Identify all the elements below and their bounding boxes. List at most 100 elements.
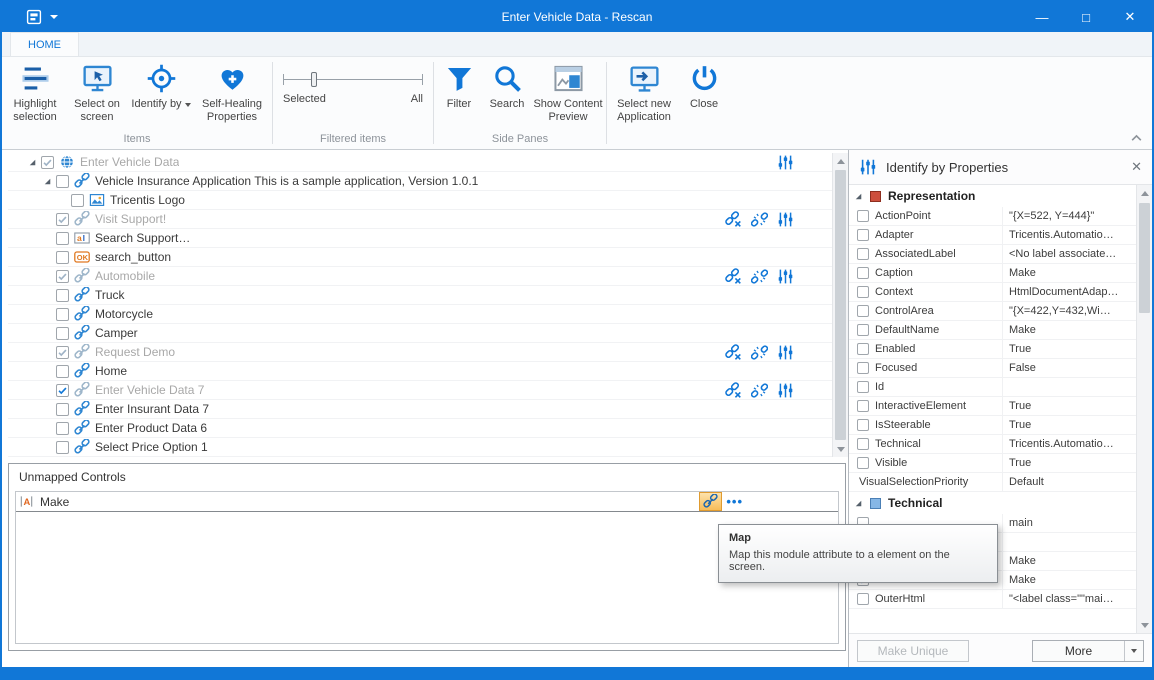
property-row[interactable]: VisibleTrue	[849, 454, 1137, 473]
tree-row[interactable]: Select Price Option 1	[8, 438, 832, 457]
unmap-icon[interactable]	[725, 268, 742, 285]
checkbox[interactable]	[857, 593, 869, 605]
property-row[interactable]: CaptionMake	[849, 264, 1137, 283]
close-window-button[interactable]: ✕	[1108, 2, 1152, 32]
checkbox[interactable]	[56, 232, 69, 245]
identify-properties-icon[interactable]	[777, 268, 794, 285]
checkbox[interactable]	[56, 251, 69, 264]
tree-row[interactable]: Visit Support!	[8, 210, 832, 229]
checkbox[interactable]	[857, 210, 869, 222]
filter-slider[interactable]	[283, 71, 423, 88]
checkbox[interactable]	[56, 384, 69, 397]
tree-row[interactable]: Enter Vehicle Data 7	[8, 381, 832, 400]
property-row[interactable]: AssociatedLabel<No label associate…	[849, 245, 1137, 264]
tree-row[interactable]: Request Demo	[8, 343, 832, 362]
scroll-down-icon[interactable]	[1137, 617, 1152, 633]
expander-icon[interactable]	[26, 158, 39, 167]
map-button[interactable]	[699, 492, 722, 511]
properties-scrollbar[interactable]	[1136, 185, 1152, 633]
self-healing-properties-button[interactable]: Self-Healing Properties	[194, 60, 270, 128]
property-row[interactable]: DefaultNameMake	[849, 321, 1137, 340]
close-panel-icon[interactable]: ✕	[1131, 159, 1142, 175]
identify-by-button[interactable]: Identify by	[128, 60, 194, 115]
checkbox[interactable]	[56, 441, 69, 454]
tree-row[interactable]: Vehicle Insurance Application This is a …	[8, 172, 832, 191]
checkbox[interactable]	[56, 289, 69, 302]
expander-icon[interactable]	[41, 177, 54, 186]
more-dropdown-caret-icon[interactable]	[1124, 641, 1143, 661]
property-row[interactable]: Id	[849, 378, 1137, 397]
checkbox[interactable]	[56, 213, 69, 226]
property-row[interactable]: FocusedFalse	[849, 359, 1137, 378]
tree-row[interactable]: Enter Product Data 6	[8, 419, 832, 438]
property-row[interactable]: OuterHtml"<label class=""mai…	[849, 590, 1137, 609]
property-row[interactable]: ActionPoint"{X=522, Y=444}"	[849, 207, 1137, 226]
identify-properties-icon[interactable]	[777, 344, 794, 361]
unmap-icon[interactable]	[725, 382, 742, 399]
scrollbar-thumb[interactable]	[1139, 203, 1150, 313]
break-link-icon[interactable]	[751, 344, 768, 361]
checkbox[interactable]	[857, 362, 869, 374]
checkbox[interactable]	[857, 400, 869, 412]
quick-access-toolbar[interactable]	[26, 9, 58, 25]
qat-caret-icon[interactable]	[50, 15, 58, 19]
checkbox[interactable]	[56, 308, 69, 321]
unmap-icon[interactable]	[725, 211, 742, 228]
checkbox[interactable]	[857, 438, 869, 450]
checkbox[interactable]	[857, 343, 869, 355]
select-on-screen-button[interactable]: Select on screen	[66, 60, 128, 128]
checkbox[interactable]	[56, 327, 69, 340]
slider-track[interactable]	[283, 79, 423, 80]
section-technical[interactable]: Technical	[849, 492, 1137, 514]
search-button[interactable]: Search	[482, 60, 532, 115]
section-expander-icon[interactable]	[854, 499, 863, 508]
tree-row[interactable]: Home	[8, 362, 832, 381]
scroll-down-icon[interactable]	[833, 441, 848, 457]
property-row[interactable]: TechnicalTricentis.Automatio…	[849, 435, 1137, 454]
checkbox[interactable]	[56, 403, 69, 416]
checkbox[interactable]	[857, 305, 869, 317]
tree-scrollbar[interactable]	[832, 153, 848, 457]
property-row[interactable]: AdapterTricentis.Automatio…	[849, 226, 1137, 245]
tree-row[interactable]: Truck	[8, 286, 832, 305]
scroll-up-icon[interactable]	[1137, 185, 1152, 201]
break-link-icon[interactable]	[751, 268, 768, 285]
break-link-icon[interactable]	[751, 382, 768, 399]
select-new-application-button[interactable]: Select new Application	[609, 60, 679, 128]
tree-row[interactable]: Motorcycle	[8, 305, 832, 324]
checkbox[interactable]	[857, 419, 869, 431]
unmap-icon[interactable]	[725, 344, 742, 361]
collapse-ribbon-icon[interactable]	[1130, 133, 1143, 142]
more-options-icon[interactable]: •••	[726, 494, 743, 509]
checkbox[interactable]	[71, 194, 84, 207]
checkbox[interactable]	[56, 346, 69, 359]
property-row[interactable]: VisualSelectionPriorityDefault	[849, 473, 1137, 492]
checkbox[interactable]	[56, 422, 69, 435]
checkbox[interactable]	[857, 381, 869, 393]
property-row[interactable]: ContextHtmlDocumentAdap…	[849, 283, 1137, 302]
break-link-icon[interactable]	[751, 211, 768, 228]
checkbox[interactable]	[56, 365, 69, 378]
show-content-preview-button[interactable]: Show Content Preview	[532, 60, 604, 128]
identify-properties-icon[interactable]	[777, 211, 794, 228]
highlight-selection-button[interactable]: Highlight selection	[4, 60, 66, 128]
checkbox[interactable]	[857, 229, 869, 241]
slider-handle[interactable]	[311, 72, 317, 87]
property-row[interactable]: EnabledTrue	[849, 340, 1137, 359]
identify-properties-icon[interactable]	[777, 154, 794, 171]
identify-properties-icon[interactable]	[777, 382, 794, 399]
checkbox[interactable]	[857, 457, 869, 469]
checkbox[interactable]	[857, 248, 869, 260]
tree-row[interactable]: Tricentis Logo	[8, 191, 832, 210]
tree-row[interactable]: Automobile	[8, 267, 832, 286]
scroll-up-icon[interactable]	[833, 153, 848, 169]
dropdown-caret-icon[interactable]	[185, 103, 191, 107]
scrollbar-thumb[interactable]	[835, 170, 846, 440]
property-row[interactable]: InteractiveElementTrue	[849, 397, 1137, 416]
checkbox[interactable]	[857, 286, 869, 298]
more-button[interactable]: More	[1032, 640, 1144, 662]
checkbox[interactable]	[41, 156, 54, 169]
maximize-button[interactable]: □	[1064, 2, 1108, 32]
tree-row[interactable]: Enter Vehicle Data	[8, 153, 832, 172]
tree-row[interactable]: Camper	[8, 324, 832, 343]
